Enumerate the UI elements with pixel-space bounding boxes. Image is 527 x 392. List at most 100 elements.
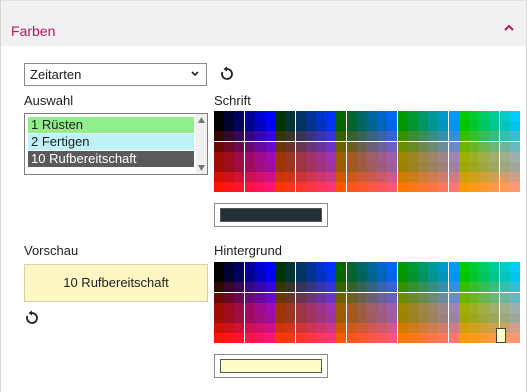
color-swatch[interactable] <box>397 172 408 183</box>
color-swatch[interactable] <box>214 272 224 283</box>
color-swatch[interactable] <box>489 162 500 172</box>
color-swatch[interactable] <box>509 313 520 323</box>
color-swatch[interactable] <box>326 323 337 334</box>
color-swatch[interactable] <box>244 262 255 272</box>
color-swatch[interactable] <box>356 141 367 152</box>
color-swatch[interactable] <box>346 172 357 183</box>
color-swatch[interactable] <box>458 162 469 172</box>
color-swatch[interactable] <box>387 262 398 272</box>
color-swatch[interactable] <box>234 111 245 121</box>
color-swatch[interactable] <box>377 292 388 303</box>
list-item[interactable]: 10 Rufbereitschaft <box>28 151 194 167</box>
color-swatch[interactable] <box>346 262 357 272</box>
color-swatch[interactable] <box>458 313 469 323</box>
color-swatch[interactable] <box>438 292 449 303</box>
color-swatch[interactable] <box>499 141 510 152</box>
color-swatch[interactable] <box>305 141 316 152</box>
color-swatch[interactable] <box>438 141 449 152</box>
color-swatch[interactable] <box>224 182 235 193</box>
color-swatch[interactable] <box>305 182 316 193</box>
color-swatch[interactable] <box>397 272 408 283</box>
color-swatch[interactable] <box>509 111 520 121</box>
color-swatch[interactable] <box>397 292 408 303</box>
color-swatch[interactable] <box>244 111 255 121</box>
color-swatch[interactable] <box>377 182 388 193</box>
color-swatch[interactable] <box>458 141 469 152</box>
color-swatch[interactable] <box>479 151 490 162</box>
color-swatch[interactable] <box>326 172 337 183</box>
color-swatch[interactable] <box>346 162 357 172</box>
color-swatch[interactable] <box>489 141 500 152</box>
color-swatch[interactable] <box>428 141 439 152</box>
color-swatch[interactable] <box>305 131 316 142</box>
reset-icon[interactable] <box>219 66 235 82</box>
color-swatch[interactable] <box>428 111 439 121</box>
color-swatch[interactable] <box>305 323 316 334</box>
color-swatch[interactable] <box>316 333 326 344</box>
color-swatch[interactable] <box>295 323 306 334</box>
color-swatch[interactable] <box>377 302 388 313</box>
color-swatch[interactable] <box>428 182 439 193</box>
color-swatch[interactable] <box>407 282 418 293</box>
color-swatch[interactable] <box>479 282 490 293</box>
list-item[interactable]: 1 Rüsten <box>28 117 194 133</box>
color-swatch[interactable] <box>356 131 367 142</box>
color-swatch[interactable] <box>397 282 408 293</box>
color-swatch[interactable] <box>367 151 377 162</box>
color-swatch[interactable] <box>316 313 326 323</box>
color-swatch[interactable] <box>275 182 286 193</box>
color-swatch[interactable] <box>418 141 428 152</box>
color-swatch[interactable] <box>295 162 306 172</box>
color-swatch[interactable] <box>234 302 245 313</box>
color-swatch[interactable] <box>428 162 439 172</box>
color-swatch[interactable] <box>428 172 439 183</box>
color-swatch[interactable] <box>377 323 388 334</box>
color-swatch[interactable] <box>254 121 265 132</box>
color-swatch[interactable] <box>367 323 377 334</box>
color-swatch[interactable] <box>489 172 500 183</box>
color-swatch[interactable] <box>295 282 306 293</box>
color-swatch[interactable] <box>316 282 326 293</box>
color-swatch[interactable] <box>244 323 255 334</box>
color-swatch[interactable] <box>418 323 428 334</box>
color-swatch[interactable] <box>234 313 245 323</box>
color-swatch[interactable] <box>254 182 265 193</box>
color-swatch[interactable] <box>469 272 479 283</box>
color-swatch[interactable] <box>407 323 418 334</box>
color-swatch[interactable] <box>438 182 449 193</box>
color-swatch[interactable] <box>326 141 337 152</box>
color-swatch[interactable] <box>346 292 357 303</box>
color-swatch[interactable] <box>285 282 296 293</box>
color-swatch[interactable] <box>295 182 306 193</box>
color-swatch[interactable] <box>479 111 490 121</box>
color-swatch[interactable] <box>418 182 428 193</box>
color-swatch[interactable] <box>295 302 306 313</box>
color-swatch[interactable] <box>285 151 296 162</box>
color-swatch[interactable] <box>244 292 255 303</box>
color-swatch[interactable] <box>428 151 439 162</box>
color-swatch[interactable] <box>387 131 398 142</box>
color-swatch[interactable] <box>407 111 418 121</box>
color-swatch[interactable] <box>234 272 245 283</box>
color-swatch[interactable] <box>469 333 479 344</box>
color-swatch[interactable] <box>509 151 520 162</box>
color-swatch[interactable] <box>499 172 510 183</box>
color-swatch[interactable] <box>438 131 449 142</box>
color-swatch[interactable] <box>214 111 224 121</box>
color-swatch[interactable] <box>326 262 337 272</box>
color-swatch[interactable] <box>234 333 245 344</box>
color-swatch[interactable] <box>387 121 398 132</box>
color-swatch[interactable] <box>326 282 337 293</box>
color-swatch[interactable] <box>479 272 490 283</box>
color-swatch[interactable] <box>356 323 367 334</box>
panel-header[interactable]: Farben <box>1 0 526 46</box>
color-swatch[interactable] <box>224 302 235 313</box>
color-swatch[interactable] <box>316 121 326 132</box>
color-swatch[interactable] <box>295 131 306 142</box>
color-swatch[interactable] <box>397 182 408 193</box>
color-swatch[interactable] <box>346 131 357 142</box>
color-swatch[interactable] <box>285 182 296 193</box>
color-swatch[interactable] <box>336 182 347 193</box>
color-swatch[interactable] <box>407 182 418 193</box>
reset-icon[interactable] <box>24 310 40 326</box>
